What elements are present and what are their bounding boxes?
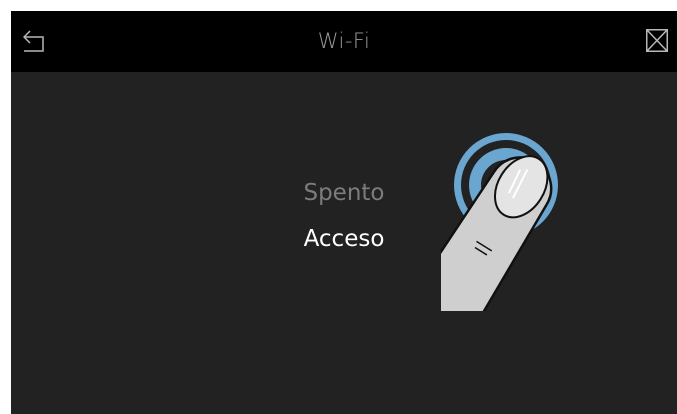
- tap-ripple-inner: [469, 148, 543, 222]
- header-bar: Wi-Fi: [11, 11, 677, 72]
- option-spento[interactable]: Spento: [244, 176, 444, 210]
- wifi-settings-screen: Wi-Fi Spento Acceso: [11, 11, 677, 414]
- option-acceso[interactable]: Acceso: [244, 222, 444, 256]
- tap-ripple-outer: [454, 133, 558, 237]
- close-icon: [646, 29, 668, 52]
- close-button[interactable]: [627, 11, 677, 72]
- back-arrow-icon: [23, 30, 44, 52]
- page-title: Wi-Fi: [317, 29, 371, 53]
- tap-finger-icon: [441, 133, 558, 311]
- back-button[interactable]: [11, 11, 61, 72]
